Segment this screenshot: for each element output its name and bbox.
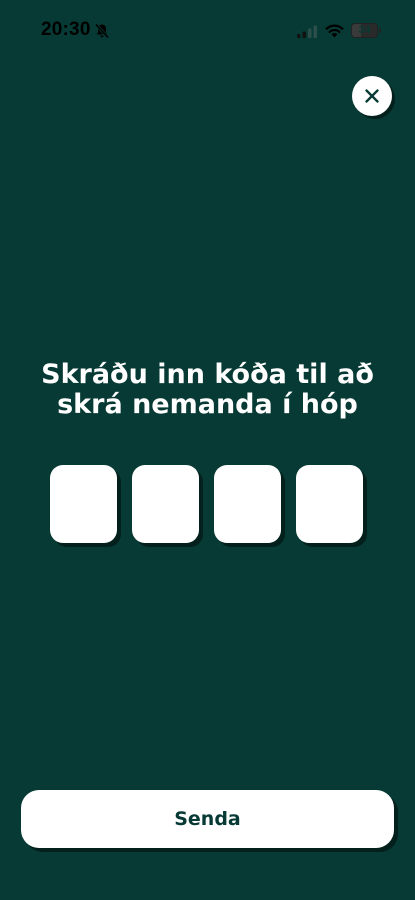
send-button[interactable]: Senda: [21, 790, 394, 848]
signal-icon: [297, 25, 317, 38]
code-digit-3[interactable]: [214, 465, 281, 543]
title-line-2: skrá nemanda í hóp: [57, 389, 358, 420]
code-digit-1[interactable]: [50, 465, 117, 543]
battery-percentage: 34: [358, 24, 371, 36]
send-button-label: Senda: [174, 808, 241, 830]
title-line-1: Skráðu inn kóða til að: [41, 359, 374, 390]
page-title: Skráðu inn kóða til að skrá nemanda í hó…: [30, 360, 385, 420]
battery-icon: 34: [351, 23, 378, 38]
status-time: 20:30: [41, 19, 91, 40]
close-icon: [365, 89, 379, 103]
close-button[interactable]: [352, 76, 392, 116]
status-bar: 20:30 34: [0, 0, 415, 60]
wifi-icon: [325, 24, 344, 38]
battery-tip: [379, 28, 381, 33]
code-input-group: [50, 465, 365, 543]
code-digit-2[interactable]: [132, 465, 199, 543]
bell-slash-icon: [94, 23, 110, 39]
code-digit-4[interactable]: [296, 465, 363, 543]
